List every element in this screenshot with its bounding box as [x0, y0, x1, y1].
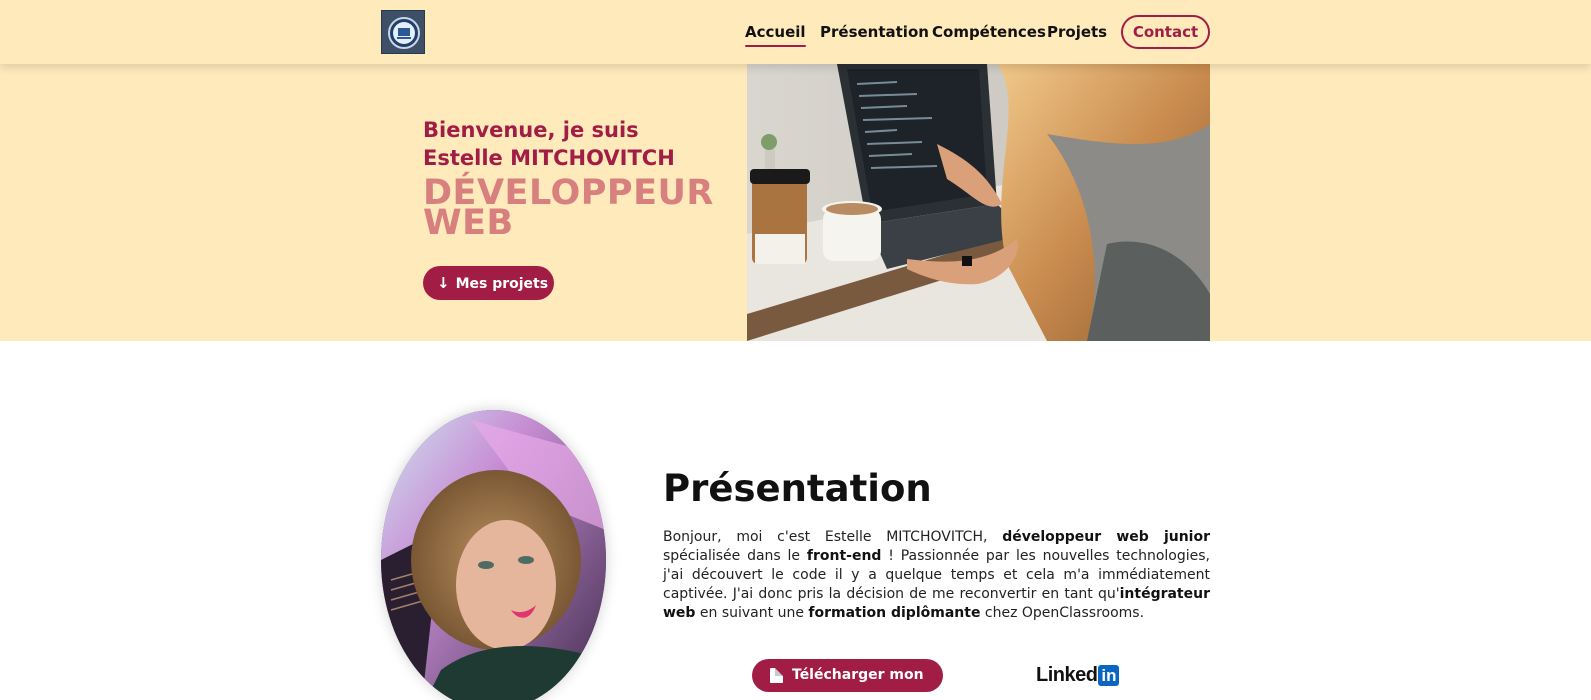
nav-accueil[interactable]: Accueil: [745, 22, 806, 47]
presentation-title: Présentation: [663, 467, 932, 510]
logo-image[interactable]: [381, 10, 425, 54]
pres-text-bold: développeur web junior: [1002, 529, 1210, 545]
hero-greeting: Bienvenue, je suis Estelle MITCHOVITCH: [423, 118, 675, 170]
linkedin-wordmark: Linked: [1036, 663, 1098, 686]
download-cv-label: Télécharger mon CV: [792, 667, 924, 683]
hero-title: DÉVELOPPEUR WEB: [423, 176, 713, 241]
pres-text-part: en suivant une: [695, 605, 809, 621]
hero-section: Bienvenue, je suis Estelle MITCHOVITCH D…: [0, 64, 1591, 341]
pres-text-bold: front-end: [806, 548, 882, 564]
profile-portrait: [381, 410, 606, 700]
nav-presentation[interactable]: Présentation: [820, 22, 929, 42]
pres-text-bold: formation diplômante: [808, 605, 981, 621]
linkedin-icon: in: [1098, 664, 1120, 686]
hero-image: [747, 64, 1210, 341]
nav-competences[interactable]: Compétences: [932, 22, 1046, 42]
nav-projets[interactable]: Projets: [1047, 22, 1107, 42]
linkedin-link[interactable]: Linked in: [1036, 663, 1120, 686]
pres-text-part: spécialisée dans le: [663, 548, 807, 564]
arrow-down-icon: ↓: [437, 274, 450, 292]
site-header: Accueil Présentation Compétences Projets…: [0, 0, 1591, 64]
contact-button[interactable]: Contact: [1121, 15, 1210, 49]
my-projects-button[interactable]: ↓ Mes projets: [423, 266, 554, 300]
pdf-icon: [770, 668, 783, 683]
pres-text-part: Bonjour, moi c'est Estelle MITCHOVITCH,: [663, 529, 1003, 545]
download-cv-button[interactable]: Télécharger mon CV: [752, 659, 943, 692]
my-projects-label: Mes projets: [455, 276, 549, 292]
presentation-text: Bonjour, moi c'est Estelle MITCHOVITCH, …: [663, 528, 1210, 623]
pres-text-part: chez OpenClassrooms.: [980, 605, 1145, 621]
